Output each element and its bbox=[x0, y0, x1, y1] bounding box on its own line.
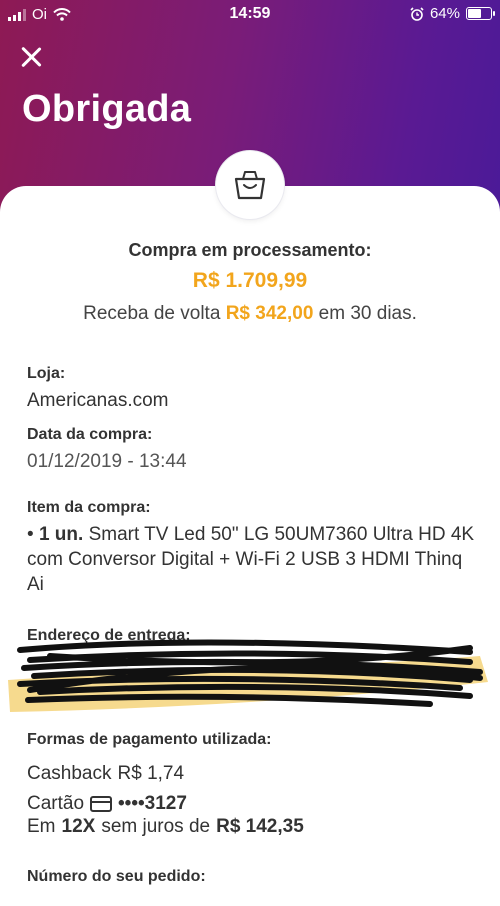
alarm-icon bbox=[410, 6, 424, 21]
redaction-scribble bbox=[8, 639, 488, 712]
item-label: Item da compra: bbox=[27, 499, 151, 516]
item-section: Item da compra: • 1 un. Smart TV Led 50"… bbox=[27, 499, 477, 597]
close-icon[interactable] bbox=[18, 44, 44, 70]
cashback-line: Receba de volta R$ 342,00 em 30 dias. bbox=[83, 303, 417, 324]
purchase-amount: R$ 1.709,99 bbox=[192, 269, 308, 292]
item-name: Smart TV Led 50" LG 50UM7360 Ultra HD 4K… bbox=[27, 524, 475, 595]
installments-row: Em 12X sem juros de R$ 142,35 bbox=[27, 816, 304, 837]
payment-cashback-row: Cashback R$ 1,74 bbox=[27, 763, 185, 784]
payment-card-row: Cartão ••••3127 bbox=[27, 793, 187, 814]
payment-label: Formas de pagamento utilizada: bbox=[27, 731, 272, 748]
page-title: Obrigada bbox=[22, 88, 192, 130]
item-quantity: 1 un. bbox=[38, 524, 84, 545]
battery-percent: 64% bbox=[429, 5, 460, 22]
payment-section: Formas de pagamento utilizada: Cashback … bbox=[27, 731, 477, 838]
shopping-bag-icon bbox=[234, 171, 266, 200]
card-number: ••••3127 bbox=[118, 793, 187, 814]
date-value: 01/12/2019 - 13:44 bbox=[27, 451, 187, 472]
store-label: Loja: bbox=[27, 365, 66, 382]
item-description: • 1 un. Smart TV Led 50" LG 50UM7360 Ult… bbox=[27, 524, 475, 595]
order-section: Número do seu pedido: bbox=[27, 868, 477, 886]
credit-card-icon bbox=[90, 796, 113, 812]
date-label: Data da compra: bbox=[27, 426, 153, 443]
cashback-amount: R$ 342,00 bbox=[225, 303, 314, 324]
shopping-bag-badge bbox=[216, 151, 284, 219]
purchase-summary: Compra em processamento: R$ 1.709,99 Rec… bbox=[0, 240, 500, 325]
date-section: Data da compra: 01/12/2019 - 13:44 bbox=[27, 426, 477, 474]
battery-icon bbox=[466, 7, 495, 20]
status-bar: Oi 14:59 64% bbox=[0, 0, 500, 30]
status-label: Compra em processamento: bbox=[128, 240, 372, 260]
store-value: Americanas.com bbox=[27, 390, 169, 411]
order-number-label: Número do seu pedido: bbox=[27, 868, 206, 885]
store-section: Loja: Americanas.com bbox=[27, 365, 477, 413]
